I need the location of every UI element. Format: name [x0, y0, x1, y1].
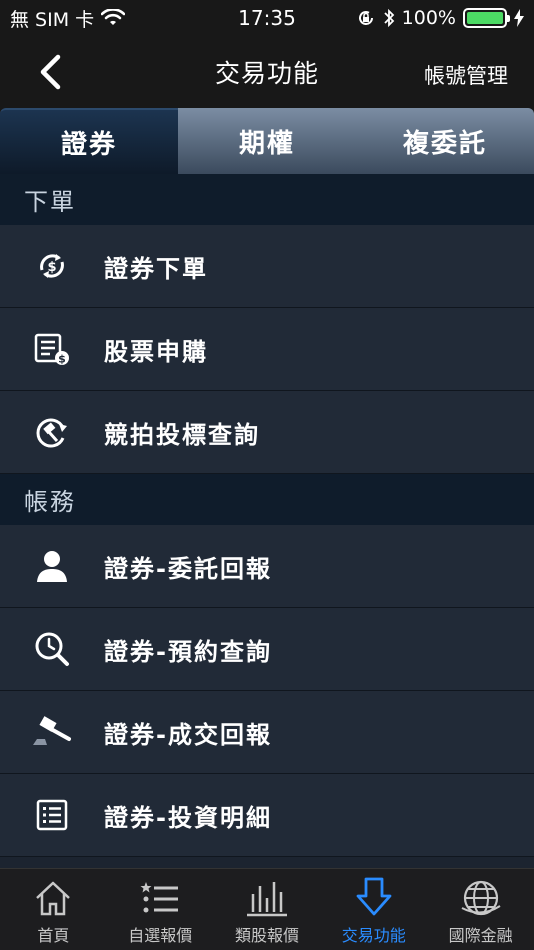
- list-item-label: 證券-投資明細: [104, 803, 272, 832]
- clock-search-icon: [35, 632, 69, 666]
- svg-text:$: $: [58, 353, 66, 366]
- svg-text:$: $: [47, 260, 56, 275]
- section-header-order: 下單: [0, 174, 534, 225]
- battery-percent: 100%: [401, 7, 456, 29]
- list-item-label: 證券-成交回報: [104, 720, 272, 749]
- list-item-auction-query[interactable]: 競拍投標查詢: [0, 391, 534, 474]
- list-item-trade-report[interactable]: 證券-成交回報: [0, 691, 534, 774]
- person-icon: [37, 551, 67, 582]
- section-header-account: 帳務: [0, 474, 534, 525]
- status-bar: 無 SIM 卡 17:35 100%: [0, 0, 534, 36]
- star-list-icon: [140, 882, 179, 913]
- tabbar-home[interactable]: 首頁: [0, 869, 107, 950]
- tabbar-trading[interactable]: 交易功能: [320, 869, 427, 950]
- down-arrow-icon: [356, 877, 392, 916]
- nav-bar: 交易功能 帳號管理: [0, 36, 534, 108]
- list-item-label: 股票申購: [104, 337, 208, 366]
- status-right: 100%: [356, 7, 524, 29]
- status-left: 無 SIM 卡: [10, 5, 126, 32]
- bottom-tab-bar: 首頁 自選報價 類股報價 交易功能 國際金融: [0, 868, 534, 950]
- gavel-circle-icon: [36, 418, 67, 448]
- rotation-lock-icon: [358, 11, 373, 25]
- bar-chart-icon: [246, 882, 287, 917]
- tabbar-label: 交易功能: [341, 926, 406, 945]
- list-item-investment-detail[interactable]: 證券-投資明細: [0, 774, 534, 857]
- dollar-refresh-icon: $: [40, 254, 64, 278]
- chevron-left-icon: [40, 54, 61, 90]
- tabbar-label: 首頁: [37, 926, 70, 945]
- gavel-icon: [33, 716, 71, 745]
- tabbar-sector-quotes[interactable]: 類股報價: [214, 869, 321, 950]
- tabbar-label: 國際金融: [448, 926, 513, 945]
- battery-icon: [463, 8, 510, 28]
- tabbar-watchlist[interactable]: 自選報價: [107, 869, 214, 950]
- list-item-label: 證券-預約查詢: [104, 637, 272, 666]
- page-title: 交易功能: [214, 59, 319, 88]
- tabbar-label: 自選報價: [128, 926, 193, 945]
- list-item-reservation-query[interactable]: 證券-預約查詢: [0, 608, 534, 691]
- back-button[interactable]: [30, 50, 70, 94]
- function-list: 下單 $ 證券下單 $ 股票申購 競拍投標查詢 帳務 證券-委託回報 證券-預約…: [0, 174, 534, 868]
- list-item-label: 證券下單: [104, 254, 208, 283]
- segment-tabs: 證券 期權 複委託: [0, 108, 534, 174]
- globe-icon: [461, 880, 501, 916]
- bluetooth-icon: [384, 8, 394, 28]
- tab-futures-options[interactable]: 期權: [178, 108, 356, 174]
- list-item-label: 競拍投標查詢: [104, 420, 260, 449]
- wifi-icon: [101, 9, 126, 25]
- list-item-order-report[interactable]: 證券-委託回報: [0, 525, 534, 608]
- tabbar-label: 類股報價: [234, 926, 299, 945]
- account-management-button[interactable]: 帳號管理: [424, 60, 508, 90]
- carrier-text: 無 SIM 卡: [10, 8, 95, 31]
- home-icon: [36, 881, 71, 916]
- tab-sub-brokerage[interactable]: 複委託: [356, 108, 534, 174]
- list-item-ipo-subscription[interactable]: $ 股票申購: [0, 308, 534, 391]
- list-item-label: 證券-委託回報: [104, 554, 272, 583]
- tabbar-international[interactable]: 國際金融: [427, 869, 534, 950]
- tab-securities[interactable]: 證券: [0, 108, 178, 174]
- charging-icon: [514, 9, 524, 27]
- list-document-icon: [36, 799, 68, 831]
- list-item-securities-order[interactable]: $ 證券下單: [0, 225, 534, 308]
- document-dollar-icon: $: [34, 333, 69, 366]
